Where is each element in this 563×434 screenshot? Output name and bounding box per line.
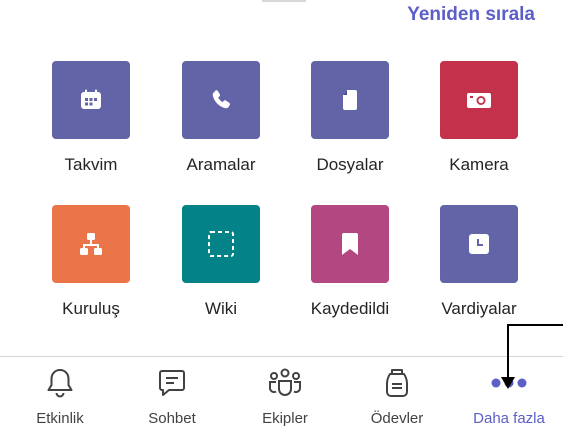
- tab-ekipler[interactable]: Ekipler: [230, 366, 340, 427]
- app-tile[interactable]: [440, 205, 518, 283]
- tab-label: Ödevler: [370, 410, 424, 427]
- app-label: Kuruluş: [62, 299, 120, 318]
- app-vardiyalar[interactable]: Vardiyalar: [419, 205, 539, 319]
- app-tile[interactable]: [182, 205, 260, 283]
- bell-icon: [47, 369, 73, 398]
- tab-odevler[interactable]: Ödevler: [342, 366, 452, 427]
- shifts-clock-icon: [469, 234, 489, 254]
- app-wiki[interactable]: Wiki: [161, 205, 281, 319]
- app-takvim[interactable]: Takvim: [31, 61, 151, 175]
- app-label: Kaydedildi: [310, 299, 390, 318]
- org-chart-icon: [80, 233, 102, 255]
- app-grid: Takvim Aramalar Dosyalar Kamera Kuruluş …: [0, 0, 563, 340]
- tab-etkinlik[interactable]: Etkinlik: [5, 366, 115, 427]
- more-dots-icon: [491, 378, 527, 388]
- app-label: Kamera: [449, 155, 509, 174]
- app-label: Dosyalar: [316, 155, 384, 174]
- bookmark-icon: [342, 233, 358, 255]
- app-label: Aramalar: [186, 155, 256, 174]
- app-tile[interactable]: [311, 61, 389, 139]
- app-kaydedildi[interactable]: Kaydedildi: [290, 205, 410, 319]
- app-dosyalar[interactable]: Dosyalar: [290, 61, 410, 175]
- phone-icon: [212, 90, 230, 109]
- app-kurulus[interactable]: Kuruluş: [31, 205, 151, 319]
- app-tile[interactable]: [52, 61, 130, 139]
- app-kamera[interactable]: Kamera: [419, 61, 539, 175]
- app-label: Wiki: [204, 299, 238, 318]
- wiki-icon: [208, 231, 234, 257]
- app-label: Takvim: [64, 155, 118, 174]
- teams-icon: [268, 368, 302, 396]
- tab-label: Sohbet: [148, 410, 196, 427]
- calendar-icon: [81, 89, 101, 109]
- app-tile[interactable]: [440, 61, 518, 139]
- tab-bar-divider: [0, 356, 563, 357]
- tab-daha-fazla[interactable]: Daha fazla: [454, 366, 563, 427]
- assignments-icon: [386, 369, 408, 397]
- tab-label: Etkinlik: [36, 410, 84, 427]
- app-label: Vardiyalar: [441, 299, 517, 318]
- tab-sohbet[interactable]: Sohbet: [117, 366, 227, 427]
- tab-label: Daha fazla: [473, 410, 545, 427]
- app-tile[interactable]: [52, 205, 130, 283]
- file-icon: [343, 90, 357, 110]
- chat-icon: [159, 370, 185, 396]
- tab-label: Ekipler: [262, 410, 308, 427]
- camera-icon: [467, 93, 491, 108]
- app-tile[interactable]: [182, 61, 260, 139]
- app-aramalar[interactable]: Aramalar: [161, 61, 281, 175]
- app-tile[interactable]: [311, 205, 389, 283]
